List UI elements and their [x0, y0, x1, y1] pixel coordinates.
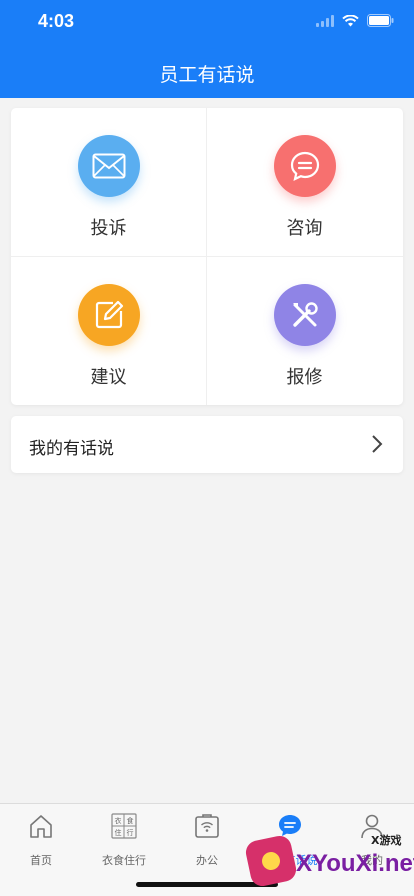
tab-services[interactable]: 衣 食 住 行 衣食住行 — [83, 812, 165, 872]
home-icon — [0, 812, 82, 840]
feature-grid: 投诉 咨询 建议 报修 — [11, 108, 403, 405]
tools-icon — [274, 284, 336, 346]
services-char: 食 — [127, 816, 134, 825]
tab-label: 办公 — [196, 854, 218, 867]
status-icons — [316, 14, 394, 27]
services-char: 行 — [127, 828, 134, 837]
tab-label: 衣食住行 — [102, 854, 146, 867]
my-posts-row[interactable]: 我的有话说 — [11, 416, 403, 473]
home-indicator — [136, 882, 278, 887]
status-time: 4:03 — [38, 11, 75, 31]
tab-profile[interactable]: 我的 — [331, 812, 413, 872]
envelope-icon — [78, 135, 140, 197]
grid-item-complaint[interactable]: 投诉 — [11, 108, 206, 256]
services-char: 住 — [115, 828, 122, 837]
profile-icon — [331, 812, 413, 840]
tab-label: 我的 — [361, 854, 383, 867]
grid-item-label: 报修 — [286, 367, 323, 388]
message-icon — [249, 812, 331, 840]
office-icon — [166, 812, 248, 840]
wifi-icon — [342, 14, 359, 26]
battery-icon — [367, 14, 394, 27]
grid-item-label: 建议 — [90, 367, 127, 388]
grid-item-label: 投诉 — [90, 218, 127, 239]
edit-icon — [78, 284, 140, 346]
tab-home[interactable]: 首页 — [0, 812, 82, 872]
tab-label: 首页 — [30, 854, 52, 867]
tab-employee-voice[interactable]: 员工有话说 — [249, 812, 331, 872]
chat-bubble-icon — [274, 135, 336, 197]
my-posts-label: 我的有话说 — [29, 439, 114, 459]
grid-services-icon: 衣 食 住 行 — [83, 812, 165, 840]
grid-item-consult[interactable]: 咨询 — [207, 108, 402, 256]
grid-item-label: 咨询 — [286, 218, 323, 239]
tab-label: 员工有话说 — [262, 854, 318, 867]
signal-icon — [316, 14, 334, 27]
grid-item-repair[interactable]: 报修 — [207, 257, 402, 405]
tab-office[interactable]: 办公 — [166, 812, 248, 872]
page-title: 员工有话说 — [159, 64, 255, 86]
chevron-right-icon — [372, 435, 383, 453]
grid-item-suggestion[interactable]: 建议 — [11, 257, 206, 405]
services-char: 衣 — [115, 816, 122, 825]
app-header: 4:03 员工有话说 — [0, 0, 414, 98]
